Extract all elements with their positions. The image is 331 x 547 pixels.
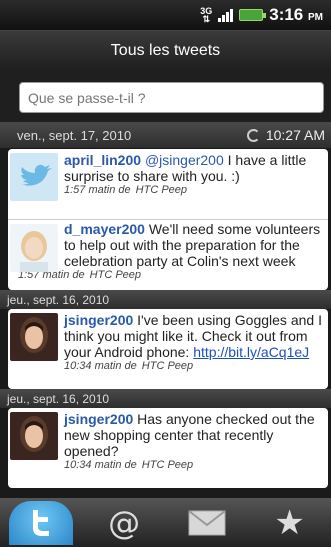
tweet-link[interactable]: http://bit.ly/aCq1eJ <box>193 344 309 360</box>
twitter-bird-avatar[interactable] <box>10 153 58 201</box>
refresh-icon <box>246 128 260 142</box>
jsinger-avatar[interactable] <box>10 313 58 361</box>
battery-icon <box>239 9 267 21</box>
last-refresh-time: 10:27 AM <box>265 127 325 143</box>
tab-favorites[interactable]: ★ <box>258 501 322 545</box>
tweet-meta: 10:34 matin de HTC Peep <box>64 360 194 372</box>
tweet-meta: 10:34 matin de HTC Peep <box>64 459 194 471</box>
tweet-username[interactable]: jsinger200 <box>64 312 133 328</box>
status-time: 3:16 PM <box>269 5 323 24</box>
tweet-card: jsinger200 Has anyone checked out the ne… <box>8 408 328 488</box>
network-3g-icon: 3G ⇅ <box>200 6 213 24</box>
tweet-username[interactable]: april_lin200 <box>64 152 141 168</box>
star-icon: ★ <box>274 502 305 543</box>
date-label: jeu., sept. 16, 2010 <box>7 391 110 406</box>
tweet-item[interactable]: jsinger200 Has anyone checked out the ne… <box>8 408 328 474</box>
tweet-card: jsinger200 I've been using Goggles and I… <box>8 309 328 389</box>
page-title: Tous les tweets <box>0 30 331 70</box>
twitter-bird-icon <box>33 509 50 536</box>
tab-direct-messages[interactable] <box>175 501 239 545</box>
date-header: ven., sept. 17, 2010 10:27 AM <box>0 122 331 148</box>
compose-tweet-input[interactable] <box>19 82 324 113</box>
tweet-item[interactable]: april_lin200 @jsinger200 I have a little… <box>8 149 328 219</box>
refresh-button[interactable]: 10:27 AM <box>246 122 325 148</box>
tweet-username[interactable]: jsinger200 <box>64 411 133 427</box>
date-label: jeu., sept. 16, 2010 <box>7 292 110 307</box>
compose-area <box>0 70 331 122</box>
mail-icon <box>188 509 226 535</box>
tweet-item[interactable]: jsinger200 I've been using Goggles and I… <box>8 309 328 375</box>
tab-all-tweets[interactable] <box>9 500 74 545</box>
date-header: jeu., sept. 16, 2010 <box>0 290 331 309</box>
tweet-card: april_lin200 @jsinger200 I have a little… <box>8 149 328 290</box>
tab-mentions[interactable]: @ <box>92 501 156 545</box>
tweet-meta: 1:57 matin de HTC Peep <box>64 184 188 196</box>
tweet-mention[interactable]: @jsinger200 <box>145 152 224 168</box>
date-label: ven., sept. 17, 2010 <box>17 127 132 143</box>
bottom-tab-bar: @ ★ <box>0 498 331 547</box>
signal-icon <box>218 8 234 22</box>
tweet-username[interactable]: d_mayer200 <box>64 221 145 237</box>
tweet-item[interactable]: d_mayer200 We'll need some volunteers to… <box>8 220 328 290</box>
status-bar: 3G ⇅ 3:16 PM <box>0 0 331 30</box>
tweet-meta: 1:57 matin de HTC Peep <box>18 269 142 281</box>
at-mentions-icon: @ <box>108 503 141 542</box>
d-mayer-avatar[interactable] <box>10 224 58 272</box>
jsinger-avatar[interactable] <box>10 412 58 460</box>
date-header: jeu., sept. 16, 2010 <box>0 389 331 408</box>
